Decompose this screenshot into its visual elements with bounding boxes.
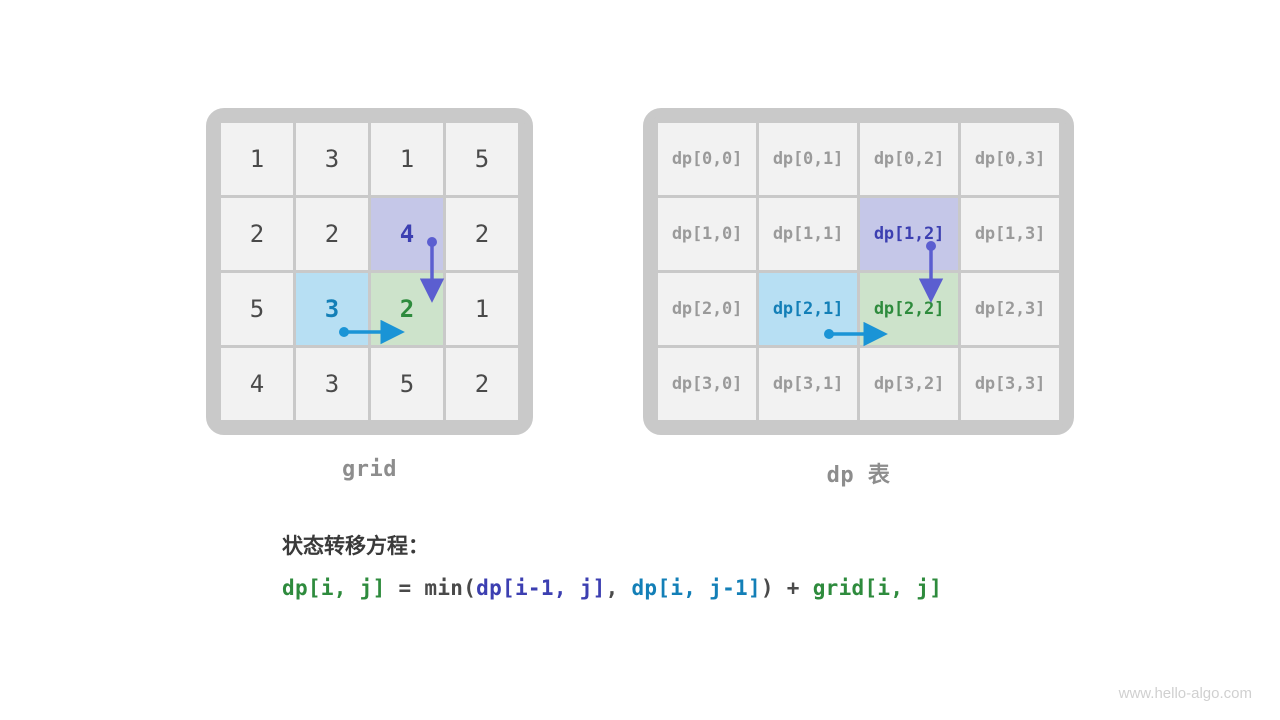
formula-block: 状态转移方程： dp[i, j] = min(dp[i-1, j], dp[i,… bbox=[282, 530, 942, 600]
formula-eq: = min( bbox=[386, 576, 477, 600]
dp-caption: dp 表 bbox=[827, 457, 891, 489]
formula-title: 状态转移方程： bbox=[282, 530, 942, 560]
grid-cell: 5 bbox=[371, 348, 443, 420]
grid-cell: 1 bbox=[446, 273, 518, 345]
dp-cell: dp[3,3] bbox=[961, 348, 1059, 420]
dp-table: dp[0,0] dp[0,1] dp[0,2] dp[0,3] dp[1,0] … bbox=[655, 120, 1062, 423]
grid-cell: 2 bbox=[221, 198, 293, 270]
diagram-stage: 1 3 1 5 2 2 4 2 5 3 2 1 4 bbox=[0, 108, 1280, 489]
grid-caption: grid bbox=[342, 457, 397, 482]
grid-cell: 3 bbox=[296, 348, 368, 420]
formula-term-b: dp[i, j-1] bbox=[631, 576, 760, 600]
grid-cell: 5 bbox=[221, 273, 293, 345]
grid-cell: 5 bbox=[446, 123, 518, 195]
dp-cell-left-source: dp[2,1] bbox=[759, 273, 857, 345]
grid-cell-top-source: 4 bbox=[371, 198, 443, 270]
dp-cell: dp[0,0] bbox=[658, 123, 756, 195]
dp-panel: dp[0,0] dp[0,1] dp[0,2] dp[0,3] dp[1,0] … bbox=[643, 108, 1074, 489]
dp-cell-target: dp[2,2] bbox=[860, 273, 958, 345]
formula-line: dp[i, j] = min(dp[i-1, j], dp[i, j-1]) +… bbox=[282, 576, 942, 600]
formula-close: ) + bbox=[761, 576, 813, 600]
grid-panel: 1 3 1 5 2 2 4 2 5 3 2 1 4 bbox=[206, 108, 533, 489]
dp-cell: dp[2,0] bbox=[658, 273, 756, 345]
dp-cell: dp[0,3] bbox=[961, 123, 1059, 195]
dp-cell: dp[1,3] bbox=[961, 198, 1059, 270]
dp-cell-top-source: dp[1,2] bbox=[860, 198, 958, 270]
dp-frame: dp[0,0] dp[0,1] dp[0,2] dp[0,3] dp[1,0] … bbox=[643, 108, 1074, 435]
dp-cell: dp[2,3] bbox=[961, 273, 1059, 345]
grid-table: 1 3 1 5 2 2 4 2 5 3 2 1 4 bbox=[218, 120, 521, 423]
grid-cell: 2 bbox=[446, 348, 518, 420]
dp-cell: dp[3,1] bbox=[759, 348, 857, 420]
grid-cell: 2 bbox=[296, 198, 368, 270]
dp-cell: dp[0,1] bbox=[759, 123, 857, 195]
formula-lhs: dp[i, j] bbox=[282, 576, 386, 600]
grid-cell-left-source: 3 bbox=[296, 273, 368, 345]
formula-sep: , bbox=[606, 576, 632, 600]
dp-cell: dp[1,1] bbox=[759, 198, 857, 270]
grid-cell: 2 bbox=[446, 198, 518, 270]
formula-grid-term: grid[i, j] bbox=[813, 576, 942, 600]
grid-cell: 1 bbox=[371, 123, 443, 195]
formula-term-a: dp[i-1, j] bbox=[476, 576, 605, 600]
grid-cell: 3 bbox=[296, 123, 368, 195]
dp-cell: dp[0,2] bbox=[860, 123, 958, 195]
grid-cell-target: 2 bbox=[371, 273, 443, 345]
dp-cell: dp[1,0] bbox=[658, 198, 756, 270]
grid-cell: 1 bbox=[221, 123, 293, 195]
watermark: www.hello-algo.com bbox=[1119, 685, 1252, 702]
grid-frame: 1 3 1 5 2 2 4 2 5 3 2 1 4 bbox=[206, 108, 533, 435]
dp-cell: dp[3,0] bbox=[658, 348, 756, 420]
grid-cell: 4 bbox=[221, 348, 293, 420]
dp-cell: dp[3,2] bbox=[860, 348, 958, 420]
